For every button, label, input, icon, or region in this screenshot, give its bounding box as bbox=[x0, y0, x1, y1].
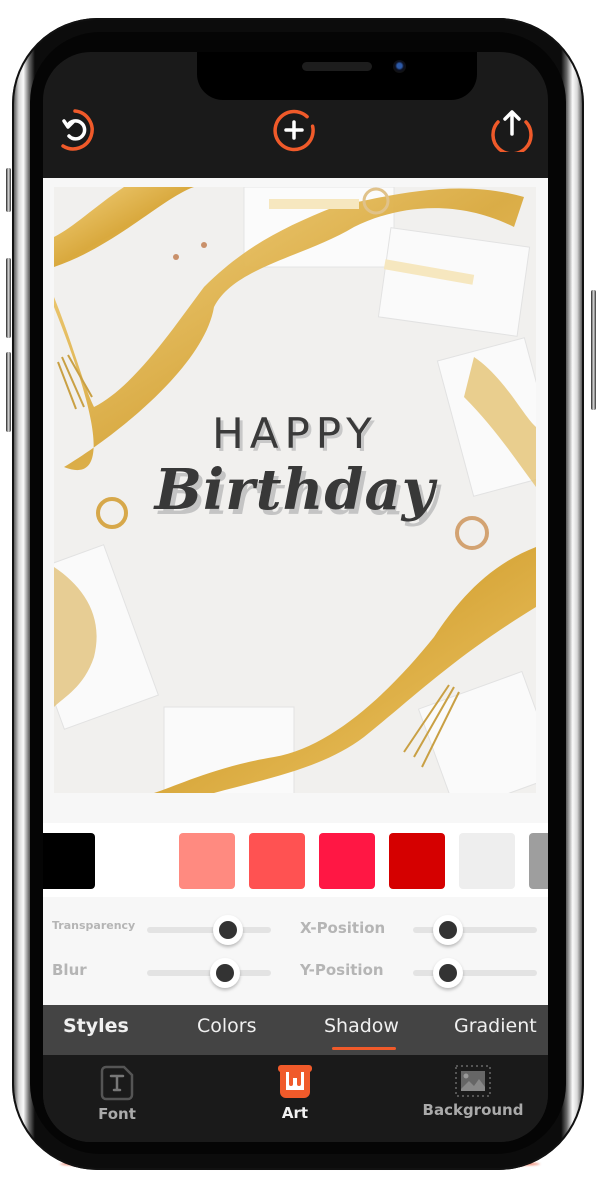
image-frame-icon bbox=[455, 1065, 491, 1097]
tab-styles[interactable]: Styles bbox=[63, 1015, 129, 1037]
text-birthday[interactable]: Birthday bbox=[54, 457, 536, 523]
blur-slider-track[interactable] bbox=[147, 970, 271, 976]
editor-area: HAPPY Birthday bbox=[43, 178, 548, 823]
share-button[interactable] bbox=[490, 108, 534, 152]
star-ribbon bbox=[269, 199, 359, 209]
swatch-light-gray[interactable] bbox=[459, 833, 515, 889]
swatch-dark-red[interactable] bbox=[389, 833, 445, 889]
top-toolbar bbox=[43, 52, 548, 178]
undo-button[interactable] bbox=[53, 108, 97, 152]
nav-font-label: Font bbox=[98, 1105, 136, 1123]
color-swatch-strip[interactable] bbox=[43, 823, 548, 897]
speaker-grille bbox=[302, 62, 372, 71]
mute-switch bbox=[6, 168, 11, 212]
x-position-label: X-Position bbox=[300, 919, 386, 937]
blur-label: Blur bbox=[52, 961, 87, 979]
tab-shadow[interactable]: Shadow bbox=[324, 1015, 399, 1037]
swatch-crimson[interactable] bbox=[319, 833, 375, 889]
add-button[interactable] bbox=[272, 108, 316, 152]
swatch-coral-red[interactable] bbox=[249, 833, 305, 889]
tab-colors[interactable]: Colors bbox=[197, 1015, 257, 1037]
swatch-white[interactable] bbox=[109, 833, 165, 889]
volume-down-button bbox=[6, 352, 11, 432]
swatch-black[interactable] bbox=[43, 833, 95, 889]
nav-background-label: Background bbox=[422, 1101, 524, 1119]
earring bbox=[173, 254, 179, 260]
bottom-nav: Font Art Background bbox=[43, 1055, 548, 1142]
transparency-slider-thumb[interactable] bbox=[212, 915, 243, 945]
earring bbox=[201, 242, 207, 248]
transparency-slider-track[interactable] bbox=[147, 927, 271, 933]
undo-circle-icon bbox=[61, 109, 94, 151]
power-button bbox=[591, 290, 596, 410]
active-tab-indicator bbox=[332, 1047, 396, 1050]
volume-up-button bbox=[6, 258, 11, 338]
design-canvas[interactable]: HAPPY Birthday bbox=[54, 187, 536, 793]
swatch-salmon[interactable] bbox=[179, 833, 235, 889]
blur-slider-thumb[interactable] bbox=[210, 958, 241, 988]
x-position-slider-thumb[interactable] bbox=[432, 915, 463, 945]
nav-background[interactable]: Background bbox=[421, 1063, 525, 1119]
y-position-slider-thumb[interactable] bbox=[432, 958, 463, 988]
add-circle-icon bbox=[273, 109, 315, 152]
nav-font[interactable]: Font bbox=[87, 1063, 147, 1123]
text-happy[interactable]: HAPPY bbox=[54, 409, 536, 458]
share-upload-icon bbox=[491, 110, 533, 152]
x-position-slider-track[interactable] bbox=[413, 927, 537, 933]
shadow-controls: Transparency X-Position Blur Y-Position bbox=[43, 897, 548, 1005]
front-camera bbox=[393, 60, 406, 73]
y-position-label: Y-Position bbox=[300, 961, 384, 979]
transparency-label: Transparency bbox=[52, 919, 136, 932]
font-file-icon bbox=[100, 1065, 134, 1101]
swatch-gray[interactable] bbox=[529, 833, 548, 889]
app-screen: HAPPY Birthday Transparency X-Position B… bbox=[43, 52, 548, 1142]
style-tabs: Styles Colors Shadow Gradient bbox=[43, 1005, 548, 1055]
notch bbox=[197, 52, 477, 100]
gift-box bbox=[377, 227, 531, 337]
y-position-slider-track[interactable] bbox=[413, 970, 537, 976]
tab-gradient[interactable]: Gradient bbox=[454, 1015, 537, 1037]
nav-art[interactable]: Art bbox=[265, 1063, 325, 1122]
paint-bucket-icon bbox=[278, 1065, 312, 1098]
nav-art-label: Art bbox=[281, 1104, 309, 1122]
